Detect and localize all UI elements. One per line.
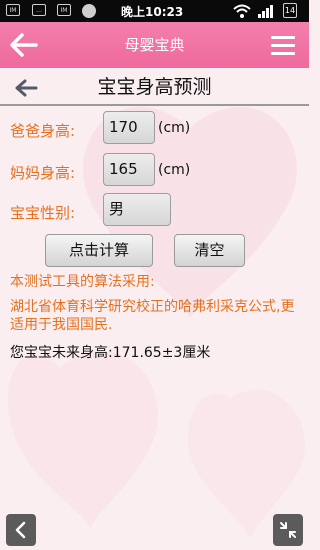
mother-height-label: 妈妈身高: [10, 164, 76, 182]
algorithm-note-body: 湖北省体育科学研究校正的哈弗利采克公式,更适用于我国国民. [10, 299, 295, 333]
status-time: 晚上10:23 [121, 5, 184, 19]
title-divider [0, 104, 309, 106]
father-height-unit: (cm) [158, 120, 191, 136]
page-title: 宝宝身高预测 [97, 76, 212, 98]
app-title: 母婴宝典 [124, 36, 185, 54]
im-notification-icon-2: IM [57, 4, 71, 16]
status-bar: IM … IM 晚上10:23 14 [0, 0, 309, 22]
clear-button[interactable]: 清空 [174, 234, 245, 267]
wifi-icon [233, 4, 251, 18]
im-notification-icon: IM [6, 4, 20, 16]
baby-gender-label: 宝宝性别: [10, 204, 76, 222]
mother-height-unit: (cm) [158, 162, 191, 178]
float-back-button[interactable] [6, 514, 36, 546]
qq-notification-icon [82, 4, 96, 18]
chevron-left-icon [15, 521, 26, 539]
float-collapse-button[interactable] [273, 514, 303, 546]
algorithm-note-heading: 本测试工具的算法采用: [10, 274, 155, 290]
app-header: 母婴宝典 [0, 22, 309, 68]
mother-height-input[interactable]: 165 [103, 153, 155, 186]
menu-icon[interactable] [271, 36, 295, 56]
father-height-label: 爸爸身高: [10, 122, 76, 140]
signal-icon [258, 5, 273, 18]
baby-gender-select[interactable]: 男 [103, 193, 171, 226]
battery-icon: 14 [283, 3, 297, 18]
message-notification-icon: … [32, 4, 46, 16]
calculate-button[interactable]: 点击计算 [45, 234, 153, 267]
father-height-input[interactable]: 170 [103, 111, 155, 144]
collapse-icon [280, 522, 296, 538]
prediction-result: 您宝宝未来身高:171.65±3厘米 [10, 345, 211, 361]
